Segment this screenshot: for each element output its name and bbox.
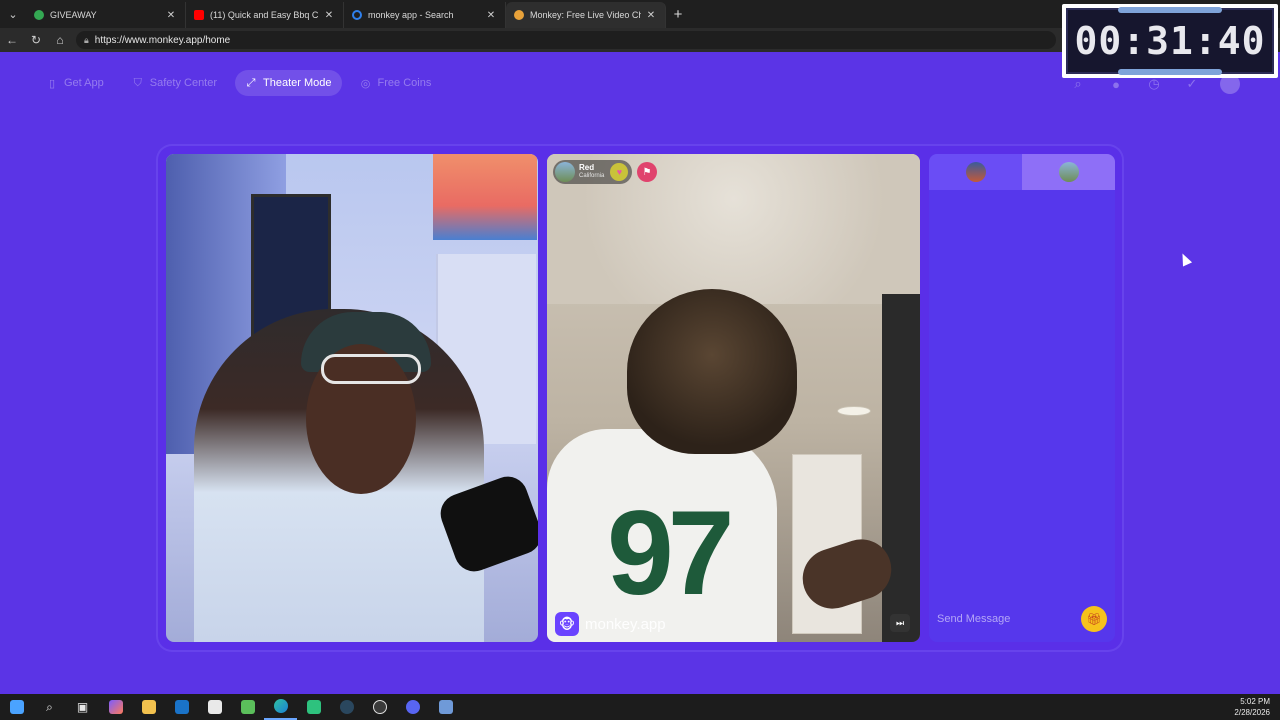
remote-user-avatar [555,162,575,182]
coins-icon: ◎ [360,77,371,90]
get-app-link[interactable]: ▯ Get App [36,70,114,96]
discord-icon[interactable] [396,694,429,720]
task-view-icon[interactable]: ▣ [66,694,99,720]
monkey-favicon-icon [514,10,524,20]
nav-label: Get App [64,77,104,89]
tab-monkey-chat[interactable]: Monkey: Free Live Video Chat ✕ [506,2,666,28]
remote-user-chip[interactable]: Red California ♥ [553,160,633,184]
shield-icon: ⛉ [133,76,142,89]
glasses [321,354,421,384]
search-icon[interactable]: ⌕ [1068,74,1088,94]
hair [627,289,797,454]
home-icon[interactable]: ⌂ [48,28,72,52]
windows-taskbar: ⌕ ▣ 5:02 PM 2/28/2026 [0,694,1280,720]
youtube-icon [194,10,204,20]
monkey-logo-icon: 🐵︎ [555,612,579,636]
tab-label: Monkey: Free Live Video Chat [530,10,641,20]
tab-close-icon[interactable]: ✕ [165,10,177,21]
expand-icon: ⤢ [246,76,256,89]
steam-icon[interactable] [330,694,363,720]
game-app-icon[interactable] [231,694,264,720]
refresh-icon[interactable]: ↻ [24,28,48,52]
remote-user-info: Red California [579,164,604,180]
page-top-nav: ▯ Get App ⛉ Safety Center ⤢ Theater Mode… [36,70,441,96]
video-stage: 97 Red California ♥ ⚑ 🐵︎ monkey.app ⏭ Se… [158,146,1122,650]
gift-icon[interactable]: 🎁︎ [1081,606,1107,632]
user-avatar[interactable] [1220,74,1240,94]
back-icon[interactable]: ← [0,28,24,52]
system-clock[interactable]: 5:02 PM 2/28/2026 [1234,696,1270,718]
file-explorer-icon[interactable] [132,694,165,720]
dark-wall [882,294,920,642]
monkey-watermark: 🐵︎ monkey.app [555,612,666,636]
new-tab-icon[interactable]: + [666,6,690,23]
url-text: https://www.monkey.app/home [94,34,231,46]
tab-label: (11) Quick and Easy Bbq Crabs on [210,10,319,20]
jersey-number: 97 [607,486,735,620]
phone-icon: ▯ [48,77,56,90]
send-message-input[interactable] [937,613,1067,625]
remote-avatar [1058,162,1079,182]
chat-tab-self[interactable] [929,154,1022,190]
shield-check-icon[interactable]: ✓ [1182,74,1202,94]
chat-tab-remote[interactable] [1022,154,1115,190]
timer-display: 00:31:40 [1066,7,1274,75]
wall-art [433,154,537,240]
windows-start-icon[interactable] [0,694,33,720]
tab-actions-menu-icon[interactable]: ⌄ [0,0,26,28]
app-icon[interactable] [297,694,330,720]
lock-icon: 🔒︎ [84,34,89,45]
tab-favicon-icon [34,10,44,20]
local-video [166,154,538,642]
watermark-text: monkey.app [585,615,666,633]
chat-panel: 🎁︎ [929,154,1115,642]
timer-text: 00:31:40 [1074,19,1266,63]
copilot-icon[interactable] [99,694,132,720]
address-bar[interactable]: 🔒︎ https://www.monkey.app/home [76,31,1056,49]
tab-giveaway[interactable]: GIVEAWAY ✕ [26,2,186,28]
tab-monkey-search[interactable]: monkey app - Search ✕ [344,2,506,28]
remote-video: 97 Red California ♥ ⚑ 🐵︎ monkey.app ⏭ [547,154,920,642]
safety-center-link[interactable]: ⛉ Safety Center [122,70,227,96]
self-avatar [965,162,986,182]
obs-icon[interactable] [363,694,396,720]
ceiling-light [837,406,871,416]
tab-close-icon[interactable]: ✕ [323,10,335,21]
tab-close-icon[interactable]: ✕ [485,10,497,21]
remote-user-location: California [579,173,605,179]
free-coins-link[interactable]: ◎ Free Coins [350,70,442,96]
skip-next-icon[interactable]: ⏭ [890,614,910,632]
nav-label: Theater Mode [263,77,332,89]
clock-date: 2/28/2026 [1234,708,1270,717]
search-icon[interactable]: ⌕ [33,694,66,720]
mouse-cursor-icon [1177,251,1193,267]
chat-tabs [929,154,1115,190]
clock-time: 5:02 PM [1240,697,1270,706]
nav-label: Free Coins [377,77,432,89]
report-icon[interactable]: ⚑ [637,162,657,182]
chat-input-bar: 🎁︎ [929,596,1115,642]
coin-balance-icon[interactable]: ● [1106,74,1126,94]
store-icon[interactable] [198,694,231,720]
edge-browser-icon[interactable] [264,694,297,720]
remote-user-name: Red [579,163,595,172]
tab-label: monkey app - Search [368,10,454,20]
tab-close-icon[interactable]: ✕ [645,10,657,21]
tab-label: GIVEAWAY [50,10,97,20]
search-icon [352,10,362,20]
theater-mode-button[interactable]: ⤢ Theater Mode [235,70,342,96]
outlook-icon[interactable] [165,694,198,720]
stream-timer: 00:31:40 [1062,4,1278,78]
notepad-icon[interactable] [429,694,462,720]
like-heart-icon[interactable]: ♥ [610,163,629,181]
page-right-nav: ⌕ ● ◷ ✓ [1068,74,1240,94]
history-icon[interactable]: ◷ [1144,74,1164,94]
nav-label: Safety Center [149,77,218,89]
tab-bbq-crabs[interactable]: (11) Quick and Easy Bbq Crabs on ✕ [186,2,344,28]
